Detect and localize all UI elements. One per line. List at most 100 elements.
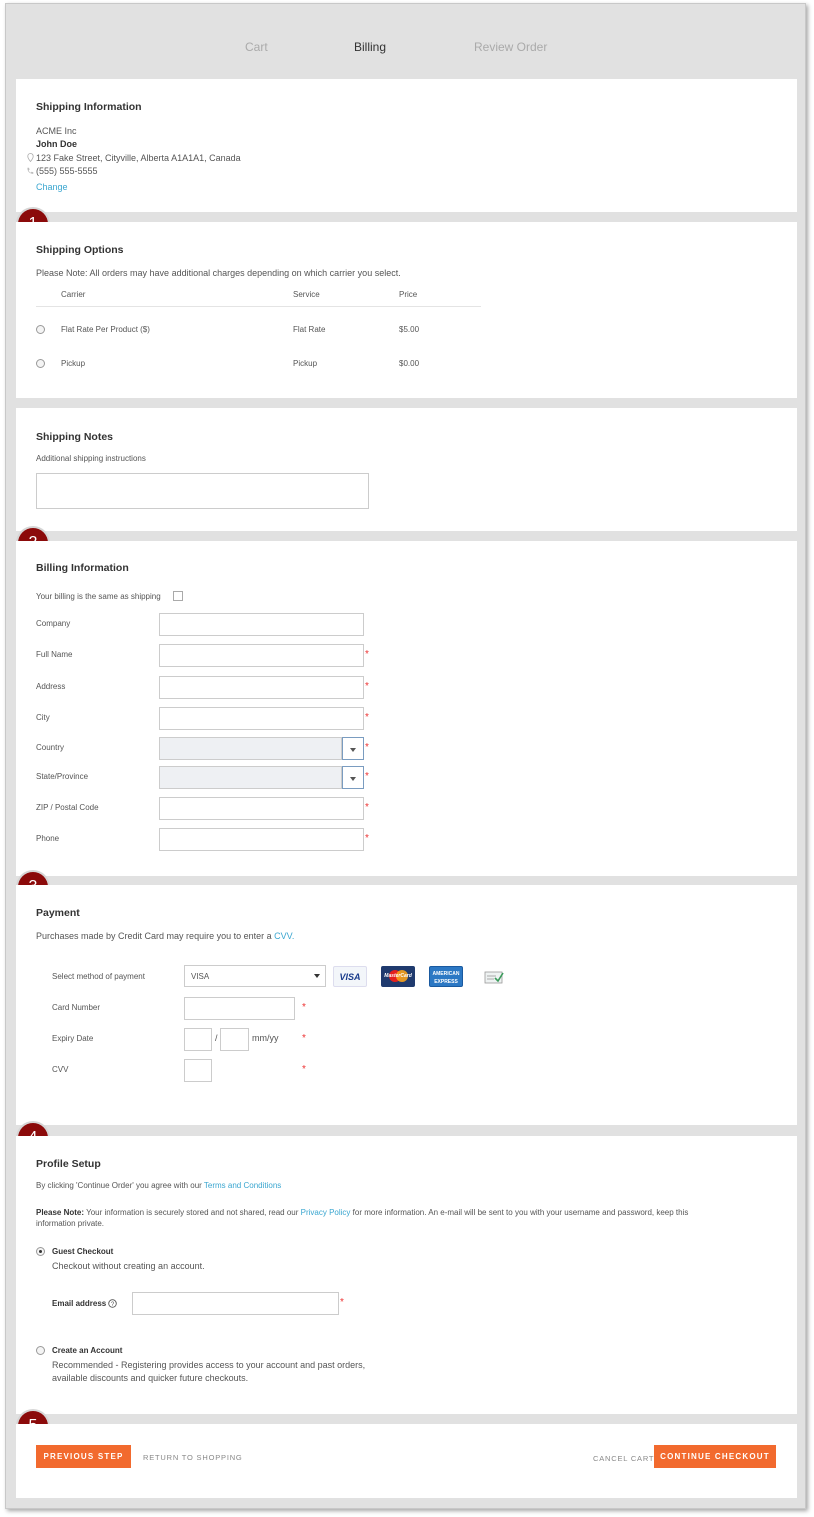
checkout-steps: Cart Billing Review Order bbox=[6, 40, 805, 60]
cheque-icon bbox=[484, 971, 504, 984]
map-pin-icon bbox=[27, 153, 34, 162]
checkout-page: Cart Billing Review Order Shipping Infor… bbox=[5, 3, 806, 1509]
city-input[interactable] bbox=[159, 707, 364, 730]
required-mark: * bbox=[365, 649, 369, 660]
country-label: Country bbox=[36, 743, 65, 752]
shipping-address: 123 Fake Street, Cityville, Alberta A1A1… bbox=[36, 153, 241, 163]
expiry-month-input[interactable] bbox=[184, 1028, 212, 1051]
zip-postal-code-input[interactable] bbox=[159, 797, 364, 820]
card-number-input[interactable] bbox=[184, 997, 295, 1020]
privacy-note-text-1: Your information is securely stored and … bbox=[86, 1208, 299, 1217]
step-review-order[interactable]: Review Order bbox=[474, 40, 547, 54]
required-mark: * bbox=[365, 681, 369, 692]
card-number-label: Card Number bbox=[52, 1003, 101, 1012]
state-province-label: State/Province bbox=[36, 772, 89, 781]
expiry-date-label: Expiry Date bbox=[52, 1034, 94, 1043]
required-mark: * bbox=[365, 771, 369, 782]
payment-note: Purchases made by Credit Card may requir… bbox=[36, 931, 294, 941]
privacy-policy-link[interactable]: Privacy Policy bbox=[301, 1208, 351, 1217]
payment-card: Payment Purchases made by Credit Card ma… bbox=[16, 885, 797, 1125]
checkout-actions-card: PREVIOUS STEP RETURN TO SHOPPING CANCEL … bbox=[16, 1424, 797, 1498]
price-cell: $0.00 bbox=[399, 359, 420, 368]
carrier-cell: Flat Rate Per Product ($) bbox=[61, 325, 150, 334]
cvv-input[interactable] bbox=[184, 1059, 212, 1082]
state-province-select[interactable] bbox=[159, 766, 342, 789]
terms-and-conditions-link[interactable]: Terms and Conditions bbox=[204, 1181, 281, 1190]
required-mark: * bbox=[365, 802, 369, 813]
table-divider bbox=[36, 306, 481, 307]
profile-setup-card: Profile Setup By clicking 'Continue Orde… bbox=[16, 1136, 797, 1414]
required-mark: * bbox=[365, 742, 369, 753]
country-select[interactable] bbox=[159, 737, 342, 760]
profile-setup-title: Profile Setup bbox=[36, 1158, 101, 1170]
company-input[interactable] bbox=[159, 613, 364, 636]
shipping-name: John Doe bbox=[36, 139, 78, 149]
shipping-options-title: Shipping Options bbox=[36, 244, 124, 256]
privacy-note-bold: Please Note: bbox=[36, 1208, 85, 1217]
expiry-year-input[interactable] bbox=[220, 1028, 249, 1051]
privacy-note-text-3: information private. bbox=[36, 1219, 105, 1228]
email-address-input[interactable] bbox=[132, 1292, 339, 1315]
address-input[interactable] bbox=[159, 676, 364, 699]
continue-checkout-button[interactable]: CONTINUE CHECKOUT bbox=[654, 1445, 776, 1468]
return-to-shopping-link[interactable]: RETURN TO SHOPPING bbox=[143, 1453, 243, 1462]
amex-icon: AMERICAN EXPRESS bbox=[429, 966, 463, 987]
full-name-label: Full Name bbox=[36, 650, 73, 659]
company-label: Company bbox=[36, 619, 71, 628]
phone-icon bbox=[27, 167, 34, 174]
create-account-radio[interactable] bbox=[36, 1346, 45, 1355]
payment-title: Payment bbox=[36, 907, 80, 919]
payment-note-text: Purchases made by Credit Card may requir… bbox=[36, 931, 272, 941]
shipping-phone: (555) 555-5555 bbox=[36, 166, 98, 176]
mastercard-icon: MasterCard bbox=[381, 966, 415, 987]
privacy-note: Please Note: Your information is securel… bbox=[36, 1208, 688, 1217]
visa-icon: VISA bbox=[333, 966, 367, 987]
create-account-desc-2: available discounts and quicker future c… bbox=[52, 1373, 249, 1383]
required-mark: * bbox=[365, 833, 369, 844]
shipping-notes-label: Additional shipping instructions bbox=[36, 454, 146, 463]
expiry-format-hint: mm/yy bbox=[252, 1033, 279, 1043]
step-cart[interactable]: Cart bbox=[245, 40, 268, 54]
agree-terms-prefix: By clicking 'Continue Order' you agree w… bbox=[36, 1181, 202, 1190]
change-address-link[interactable]: Change bbox=[36, 182, 68, 192]
service-header: Service bbox=[293, 290, 320, 299]
shipping-notes-textarea[interactable] bbox=[36, 473, 369, 509]
privacy-note-text-2: for more information. An e-mail will be … bbox=[352, 1208, 689, 1217]
create-account-desc-1: Recommended - Registering provides acces… bbox=[52, 1360, 366, 1370]
email-address-label: Email address bbox=[52, 1299, 107, 1308]
shipping-radio-flat-rate[interactable] bbox=[36, 325, 45, 334]
price-header: Price bbox=[399, 290, 418, 299]
required-mark: * bbox=[302, 1002, 306, 1013]
shipping-radio-pickup[interactable] bbox=[36, 359, 45, 368]
guest-checkout-desc: Checkout without creating an account. bbox=[52, 1261, 205, 1271]
billing-information-card: Billing Information Your billing is the … bbox=[16, 541, 797, 876]
step-billing[interactable]: Billing bbox=[354, 40, 386, 54]
same-as-shipping-checkbox[interactable] bbox=[173, 591, 183, 601]
cancel-cart-link[interactable]: CANCEL CART bbox=[593, 1454, 654, 1463]
service-cell: Pickup bbox=[293, 359, 318, 368]
shipping-notes-card: Shipping Notes Additional shipping instr… bbox=[16, 408, 797, 531]
required-mark: * bbox=[302, 1064, 306, 1075]
phone-input[interactable] bbox=[159, 828, 364, 851]
guest-checkout-radio[interactable] bbox=[36, 1247, 45, 1256]
carrier-header: Carrier bbox=[61, 290, 86, 299]
shipping-options-card: Shipping Options Please Note: All orders… bbox=[16, 222, 797, 398]
zip-postal-code-label: ZIP / Postal Code bbox=[36, 803, 99, 812]
full-name-input[interactable] bbox=[159, 644, 364, 667]
previous-step-button[interactable]: PREVIOUS STEP bbox=[36, 1445, 131, 1468]
chevron-down-icon[interactable] bbox=[342, 737, 364, 760]
guest-checkout-title: Guest Checkout bbox=[52, 1247, 114, 1256]
help-icon[interactable]: ? bbox=[108, 1299, 117, 1308]
agree-terms-text: By clicking 'Continue Order' you agree w… bbox=[36, 1181, 281, 1190]
shipping-options-note: Please Note: All orders may have additio… bbox=[36, 268, 401, 278]
shipping-notes-title: Shipping Notes bbox=[36, 431, 113, 443]
required-mark: * bbox=[365, 712, 369, 723]
chevron-down-icon bbox=[314, 974, 320, 978]
billing-information-title: Billing Information bbox=[36, 562, 129, 574]
chevron-down-icon[interactable] bbox=[342, 766, 364, 789]
city-label: City bbox=[36, 713, 50, 722]
cvv-link[interactable]: CVV. bbox=[274, 931, 294, 941]
payment-method-select[interactable]: VISA bbox=[184, 965, 326, 987]
required-mark: * bbox=[340, 1297, 344, 1308]
payment-method-value: VISA bbox=[191, 972, 210, 981]
